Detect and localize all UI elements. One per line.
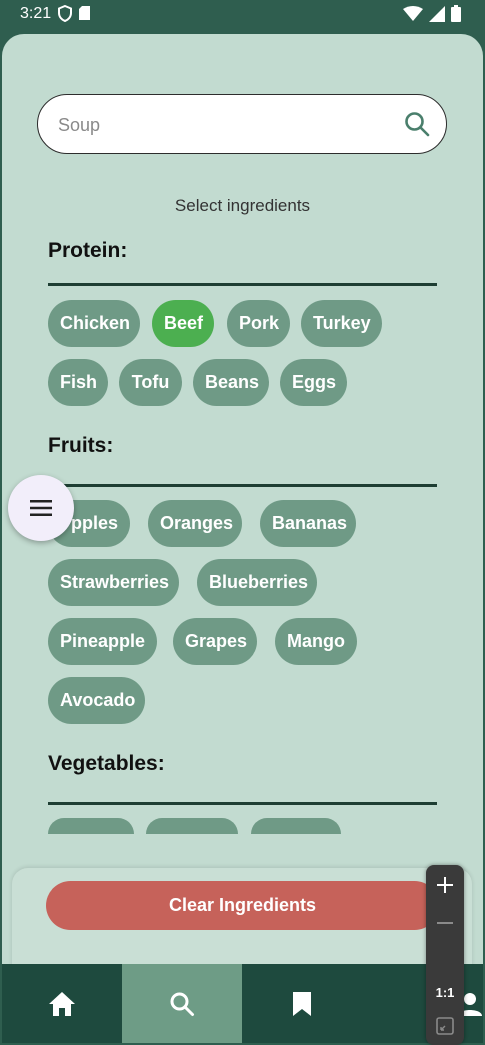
protein-section-title: Protein: — [48, 239, 128, 262]
chip-avocado[interactable]: Avocado — [48, 677, 145, 724]
chip-beef[interactable]: Beef — [152, 300, 214, 347]
fruits-section-title: Fruits: — [48, 434, 114, 457]
fruits-divider — [48, 484, 437, 487]
chip-vegetable-partial[interactable] — [251, 818, 341, 834]
chip-vegetable-partial[interactable] — [48, 818, 134, 834]
wifi-icon — [403, 5, 423, 21]
vegetables-divider — [48, 802, 437, 805]
zoom-ratio-label[interactable]: 1:1 — [426, 985, 464, 1000]
zoom-controls: 1:1 — [426, 865, 464, 1045]
select-ingredients-label: Select ingredients — [174, 196, 311, 215]
chip-vegetable-partial[interactable] — [146, 818, 238, 834]
protein-divider — [48, 283, 437, 286]
search-icon[interactable] — [404, 111, 430, 137]
clear-ingredients-button[interactable]: Clear Ingredients — [46, 881, 439, 930]
status-icons-right — [403, 5, 461, 22]
search-input[interactable] — [56, 112, 390, 138]
chip-eggs[interactable]: Eggs — [280, 359, 347, 406]
chip-chicken[interactable]: Chicken — [48, 300, 140, 347]
battery-icon — [451, 5, 461, 22]
chip-grapes[interactable]: Grapes — [173, 618, 257, 665]
menu-icon — [30, 500, 52, 516]
nav-home[interactable] — [2, 964, 122, 1043]
zoom-in-icon[interactable] — [435, 875, 455, 895]
signal-icon — [429, 5, 445, 22]
bottom-nav — [2, 964, 483, 1043]
bookmark-icon — [293, 991, 311, 1016]
status-bar: 3:21 — [0, 0, 485, 30]
status-time: 3:21 — [20, 5, 52, 22]
chip-mango[interactable]: Mango — [275, 618, 357, 665]
chip-pineapple[interactable]: Pineapple — [48, 618, 157, 665]
chip-tofu[interactable]: Tofu — [119, 359, 182, 406]
nav-search[interactable] — [122, 964, 242, 1043]
fit-screen-icon[interactable] — [436, 1017, 454, 1035]
nav-saved[interactable] — [242, 964, 362, 1043]
vegetables-section-title: Vegetables: — [48, 752, 165, 775]
status-icons-left — [58, 5, 91, 22]
search-bar[interactable] — [37, 94, 447, 154]
chip-beans[interactable]: Beans — [193, 359, 269, 406]
chip-strawberries[interactable]: Strawberries — [48, 559, 179, 606]
chip-bananas[interactable]: Bananas — [260, 500, 356, 547]
sd-card-icon — [79, 6, 90, 20]
chip-fish[interactable]: Fish — [48, 359, 108, 406]
chip-pork[interactable]: Pork — [227, 300, 290, 347]
chip-oranges[interactable]: Oranges — [148, 500, 242, 547]
nav-profile[interactable] — [362, 964, 482, 1043]
menu-fab[interactable] — [8, 475, 74, 541]
chip-turkey[interactable]: Turkey — [301, 300, 382, 347]
search-icon — [170, 992, 194, 1016]
chip-blueberries[interactable]: Blueberries — [197, 559, 317, 606]
app-screen: Select ingredients Protein: Chicken Beef… — [2, 34, 483, 1043]
zoom-out-icon[interactable] — [435, 913, 455, 933]
home-icon — [49, 991, 75, 1016]
shield-icon — [58, 5, 72, 22]
